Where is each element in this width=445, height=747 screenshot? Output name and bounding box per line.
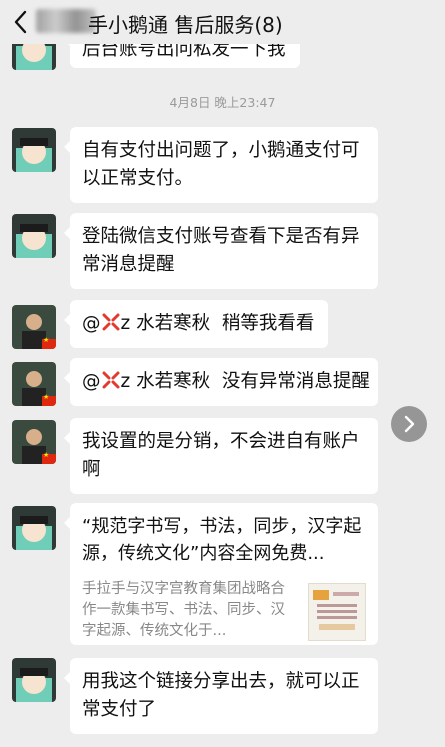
next-arrow-button[interactable] bbox=[391, 406, 427, 442]
anger-symbol-icon bbox=[101, 312, 121, 332]
cartoon-avatar-icon bbox=[12, 214, 56, 258]
message-bubble[interactable]: @ z 水若寒秋 稍等我看看 bbox=[64, 300, 328, 348]
china-flag-icon bbox=[42, 451, 56, 464]
at-symbol: @ bbox=[82, 313, 101, 334]
message-text: 我设置的是分销，不会进自有账户啊 bbox=[82, 431, 360, 480]
header-overlay: 手小鹅通 售后服务(8) bbox=[0, 0, 445, 44]
avatar[interactable] bbox=[12, 305, 56, 349]
message-bubble[interactable]: 我设置的是分销，不会进自有账户啊 bbox=[64, 418, 378, 494]
message-text: 登陆微信支付账号查看下是否有异常消息提醒 bbox=[82, 226, 360, 275]
avatar[interactable] bbox=[12, 658, 56, 702]
china-flag-icon bbox=[42, 393, 56, 406]
avatar[interactable] bbox=[12, 506, 56, 550]
mention-name[interactable]: z 水若寒秋 bbox=[121, 313, 211, 334]
card-title: “规范字书写，书法，同步，汉字起源，传统文化”内容全网免费... bbox=[82, 516, 362, 564]
cartoon-avatar-icon bbox=[12, 128, 56, 172]
cartoon-avatar-icon bbox=[12, 658, 56, 702]
message-bubble[interactable]: @ z 水若寒秋 没有异常消息提醒 bbox=[64, 358, 378, 406]
card-description: 手拉手与汉字宫教育集团战略合作一款集书写、书法、同步、汉字起源、传统文化于... bbox=[82, 581, 285, 639]
message-bubble[interactable]: 用我这个链接分享出去，就可以正常支付了 bbox=[64, 658, 378, 734]
chat-title: 手小鹅通 售后服务(8) bbox=[88, 13, 283, 37]
message-text: 稍等我看看 bbox=[221, 313, 315, 334]
timestamp: 4月8日 晚上23:47 bbox=[169, 95, 276, 110]
thumbnail-image-icon bbox=[313, 590, 359, 630]
message-text: 自有支付出问题了，小鹅通支付可以正常支付。 bbox=[82, 140, 360, 189]
china-flag-icon bbox=[42, 336, 56, 349]
link-card[interactable]: “规范字书写，书法，同步，汉字起源，传统文化”内容全网免费... 手拉手与汉字宫… bbox=[64, 503, 378, 645]
message-text: 用我这个链接分享出去，就可以正常支付了 bbox=[82, 671, 360, 720]
message-text: 没有异常消息提醒 bbox=[221, 371, 370, 392]
message-bubble[interactable]: 自有支付出问题了，小鹅通支付可以正常支付。 bbox=[64, 127, 378, 203]
avatar[interactable] bbox=[12, 214, 56, 258]
card-thumbnail bbox=[308, 583, 366, 641]
mention-name[interactable]: z 水若寒秋 bbox=[121, 371, 211, 392]
message-bubble[interactable]: 登陆微信支付账号查看下是否有异常消息提醒 bbox=[64, 213, 378, 289]
anger-symbol-icon bbox=[101, 370, 121, 390]
chevron-right-icon bbox=[404, 415, 415, 433]
avatar[interactable] bbox=[12, 420, 56, 464]
cartoon-avatar-icon bbox=[12, 506, 56, 550]
avatar[interactable] bbox=[12, 362, 56, 406]
blurred-name bbox=[36, 9, 96, 33]
back-arrow-icon[interactable] bbox=[8, 6, 36, 38]
at-symbol: @ bbox=[82, 371, 101, 392]
avatar[interactable] bbox=[12, 128, 56, 172]
